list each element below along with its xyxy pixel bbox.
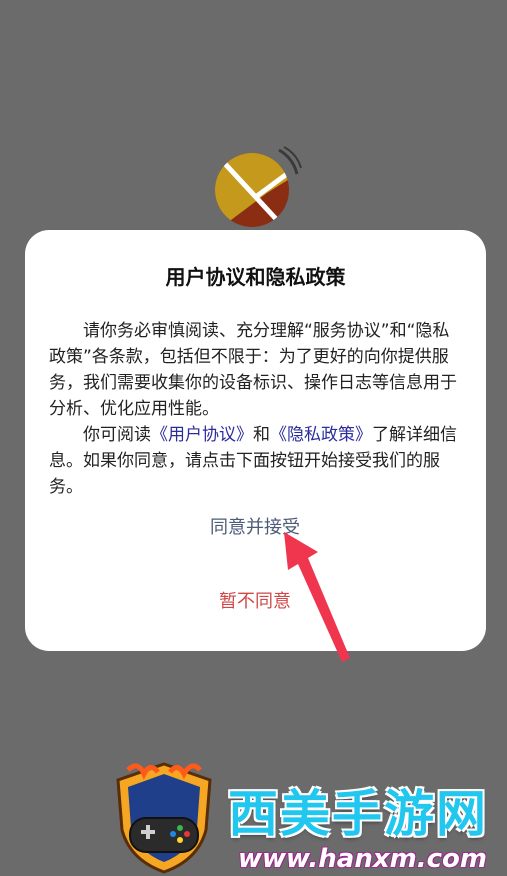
gamepad-shield-icon — [116, 762, 212, 874]
paragraph-2-and: 和 — [253, 425, 270, 445]
app-logo-icon — [215, 146, 302, 227]
policy-paragraph-1: 请你务必审慎阅读、充分理解“服务协议”和“隐私政策”各条款，包括但不限于：为了更… — [49, 321, 457, 419]
site-watermark: 西美手游网 www.hanxm.com — [108, 760, 507, 876]
red-arrow-annotation — [284, 532, 350, 662]
watermark-brand: 西美手游网 — [228, 785, 488, 843]
screen: 用户协议和隐私政策 请你务必审慎阅读、充分理解“服务协议”和“隐私政策”各条款，… — [0, 0, 507, 876]
dialog-title: 用户协议和隐私政策 — [165, 265, 346, 289]
paragraph-2-prefix: 你可阅读 — [83, 425, 151, 445]
dialog-body: 请你务必审慎阅读、充分理解“服务协议”和“隐私政策”各条款，包括但不限于：为了更… — [49, 318, 462, 500]
watermark-url: www.hanxm.com — [238, 844, 487, 874]
privacy-policy-link[interactable]: 《隐私政策》 — [270, 425, 372, 445]
privacy-dialog: 用户协议和隐私政策 请你务必审慎阅读、充分理解“服务协议”和“隐私政策”各条款，… — [25, 230, 486, 651]
policy-paragraph-2: 你可阅读《用户协议》和《隐私政策》了解详细信息。如果你同意，请点击下面按钮开始接… — [49, 422, 462, 500]
user-agreement-link[interactable]: 《用户协议》 — [151, 425, 253, 445]
